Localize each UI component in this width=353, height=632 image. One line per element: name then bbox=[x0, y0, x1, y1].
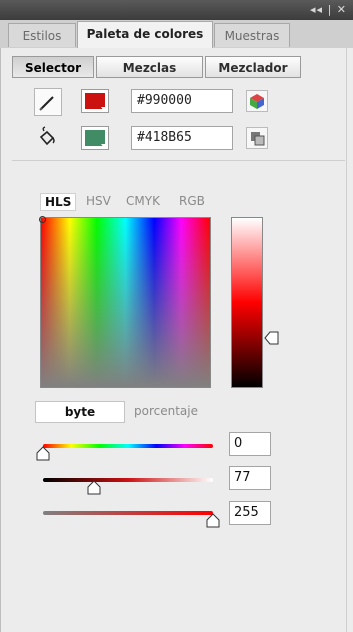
color-field-cursor[interactable] bbox=[39, 216, 46, 223]
lightness-slider-track[interactable] bbox=[43, 478, 213, 482]
lightness-handle[interactable] bbox=[264, 330, 280, 350]
saturation-value-input[interactable]: 255 bbox=[229, 501, 271, 525]
hue-value-input[interactable]: 0 bbox=[229, 432, 271, 456]
unit-byte-tab[interactable]: byte bbox=[35, 401, 125, 423]
color-field[interactable] bbox=[39, 216, 211, 388]
lightness-slider-thumb[interactable] bbox=[86, 480, 102, 500]
tab-hls[interactable]: HLS bbox=[40, 193, 77, 211]
mezclador-button[interactable]: Mezclador bbox=[205, 56, 301, 78]
lightness-strip[interactable] bbox=[231, 217, 263, 388]
panel-edge bbox=[346, 48, 347, 632]
mezclas-button[interactable]: Mezclas bbox=[96, 56, 203, 78]
pencil-icon[interactable] bbox=[34, 88, 62, 116]
tab-rgb[interactable]: RGB bbox=[179, 193, 205, 209]
fill-hex-input[interactable]: #418B65 bbox=[131, 126, 233, 150]
chevron-down-icon bbox=[101, 144, 107, 148]
hue-slider-thumb[interactable] bbox=[35, 446, 51, 466]
tab-paleta-de-colores[interactable]: Paleta de colores bbox=[77, 21, 213, 48]
lightness-value-input[interactable]: 77 bbox=[229, 466, 271, 490]
tab-muestras[interactable]: Muestras bbox=[214, 23, 290, 47]
tab-cmyk[interactable]: CMYK bbox=[126, 193, 160, 209]
saturation-slider-thumb[interactable] bbox=[205, 513, 221, 533]
selector-button[interactable]: Selector bbox=[12, 56, 94, 78]
tab-estilos[interactable]: Estilos bbox=[8, 23, 76, 47]
color-picker-icon[interactable] bbox=[246, 90, 268, 112]
stroke-color-swatch[interactable] bbox=[81, 89, 109, 113]
fill-color-swatch[interactable] bbox=[81, 126, 109, 150]
paint-bucket-icon[interactable] bbox=[34, 125, 62, 153]
panel-title-bar: ◂◂ | ✕ bbox=[0, 0, 353, 20]
swap-colors-icon[interactable] bbox=[246, 127, 268, 149]
panel-tabs: Estilos Paleta de colores Muestras bbox=[0, 20, 353, 49]
chevron-down-icon bbox=[101, 107, 107, 111]
panel-controls[interactable]: ◂◂ | ✕ bbox=[310, 3, 347, 16]
saturation-slider-track[interactable] bbox=[43, 511, 213, 515]
section-divider bbox=[12, 160, 345, 161]
stroke-hex-input[interactable]: #990000 bbox=[131, 89, 233, 113]
hue-slider-track[interactable] bbox=[43, 444, 213, 448]
tab-hsv[interactable]: HSV bbox=[86, 193, 111, 209]
unit-percent-tab[interactable]: porcentaje bbox=[134, 401, 198, 421]
